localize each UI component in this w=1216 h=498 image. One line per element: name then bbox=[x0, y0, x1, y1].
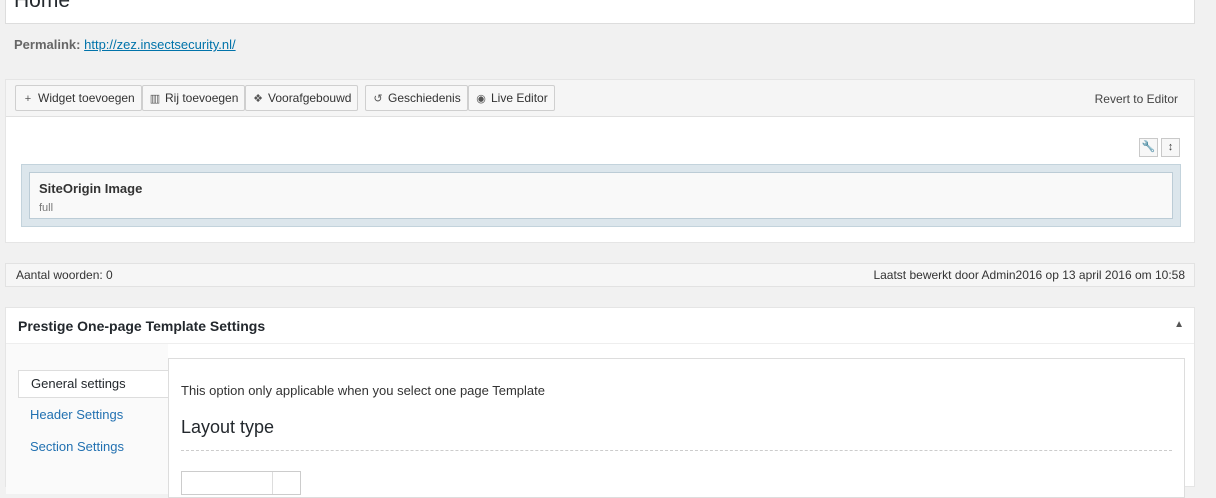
builder-cell[interactable]: SiteOrigin Image full bbox=[21, 164, 1181, 227]
prebuilt-icon: ❖ bbox=[253, 93, 263, 105]
template-settings-box: Prestige One-page Template Settings ▲ Ge… bbox=[5, 307, 1195, 498]
widget-card[interactable]: SiteOrigin Image full bbox=[29, 172, 1173, 219]
layout-type-heading: Layout type bbox=[181, 417, 275, 437]
move-icon[interactable]: ↕ bbox=[1161, 138, 1180, 157]
add-widget-button[interactable]: + Widget toevoegen bbox=[15, 85, 142, 111]
tab-section-settings[interactable]: Section Settings bbox=[18, 434, 168, 462]
history-button[interactable]: ↺ Geschiedenis bbox=[365, 85, 468, 111]
plus-icon: + bbox=[24, 93, 32, 105]
prebuilt-label: Voorafgebouwd bbox=[268, 91, 352, 105]
add-row-button[interactable]: ▥ Rij toevoegen bbox=[142, 85, 246, 111]
columns-icon: ▥ bbox=[149, 93, 161, 105]
divider bbox=[181, 450, 1172, 451]
builder-toolbar: + Widget toevoegen ▥ Rij toevoegen ❖ Vooraf… bbox=[6, 80, 1194, 117]
status-bar: Aantal woorden: 0 Laatst bewerkt door Ad… bbox=[5, 263, 1195, 287]
history-label: Geschiedenis bbox=[388, 91, 461, 105]
wrench-icon[interactable]: 🔧 bbox=[1139, 138, 1158, 157]
word-count: Aantal woorden: 0 bbox=[16, 268, 113, 282]
history-icon: ↺ bbox=[373, 93, 383, 105]
widget-description: full bbox=[39, 202, 54, 214]
revert-to-editor-link[interactable]: Revert to Editor bbox=[1095, 92, 1178, 106]
add-widget-label: Widget toevoegen bbox=[38, 91, 135, 105]
page-builder: + Widget toevoegen ▥ Rij toevoegen ❖ Vooraf… bbox=[5, 79, 1195, 243]
panel-note: This option only applicable when you sel… bbox=[181, 383, 545, 398]
collapse-arrow-icon[interactable]: ▲ bbox=[1174, 319, 1184, 330]
tab-general-settings[interactable]: General settings bbox=[18, 370, 168, 398]
title-box[interactable]: Home bbox=[5, 0, 1195, 24]
post-title-input[interactable]: Home bbox=[14, 0, 70, 13]
prebuilt-layouts-button[interactable]: ❖ Voorafgebouwd bbox=[245, 85, 359, 111]
settings-panel: This option only applicable when you sel… bbox=[168, 358, 1185, 498]
widget-title: SiteOrigin Image bbox=[39, 181, 143, 196]
settings-header[interactable]: Prestige One-page Template Settings ▲ bbox=[6, 308, 1194, 344]
permalink-row: Permalink: http://zez.insectsecurity.nl/ bbox=[14, 37, 236, 52]
permalink-label: Permalink: bbox=[14, 37, 81, 52]
add-row-label: Rij toevoegen bbox=[165, 91, 239, 105]
permalink-link[interactable]: http://zez.insectsecurity.nl/ bbox=[84, 37, 236, 52]
last-edited: Laatst bewerkt door Admin2016 op 13 apri… bbox=[873, 268, 1185, 282]
layout-type-control[interactable] bbox=[181, 471, 301, 495]
control-separator bbox=[272, 472, 273, 494]
live-editor-button[interactable]: ◉ Live Editor bbox=[468, 85, 555, 111]
live-editor-label: Live Editor bbox=[491, 91, 548, 105]
eye-icon: ◉ bbox=[476, 93, 486, 105]
settings-title: Prestige One-page Template Settings bbox=[18, 318, 266, 334]
tab-header-settings[interactable]: Header Settings bbox=[18, 402, 168, 430]
row-tools: 🔧 ↕ bbox=[1136, 138, 1180, 157]
